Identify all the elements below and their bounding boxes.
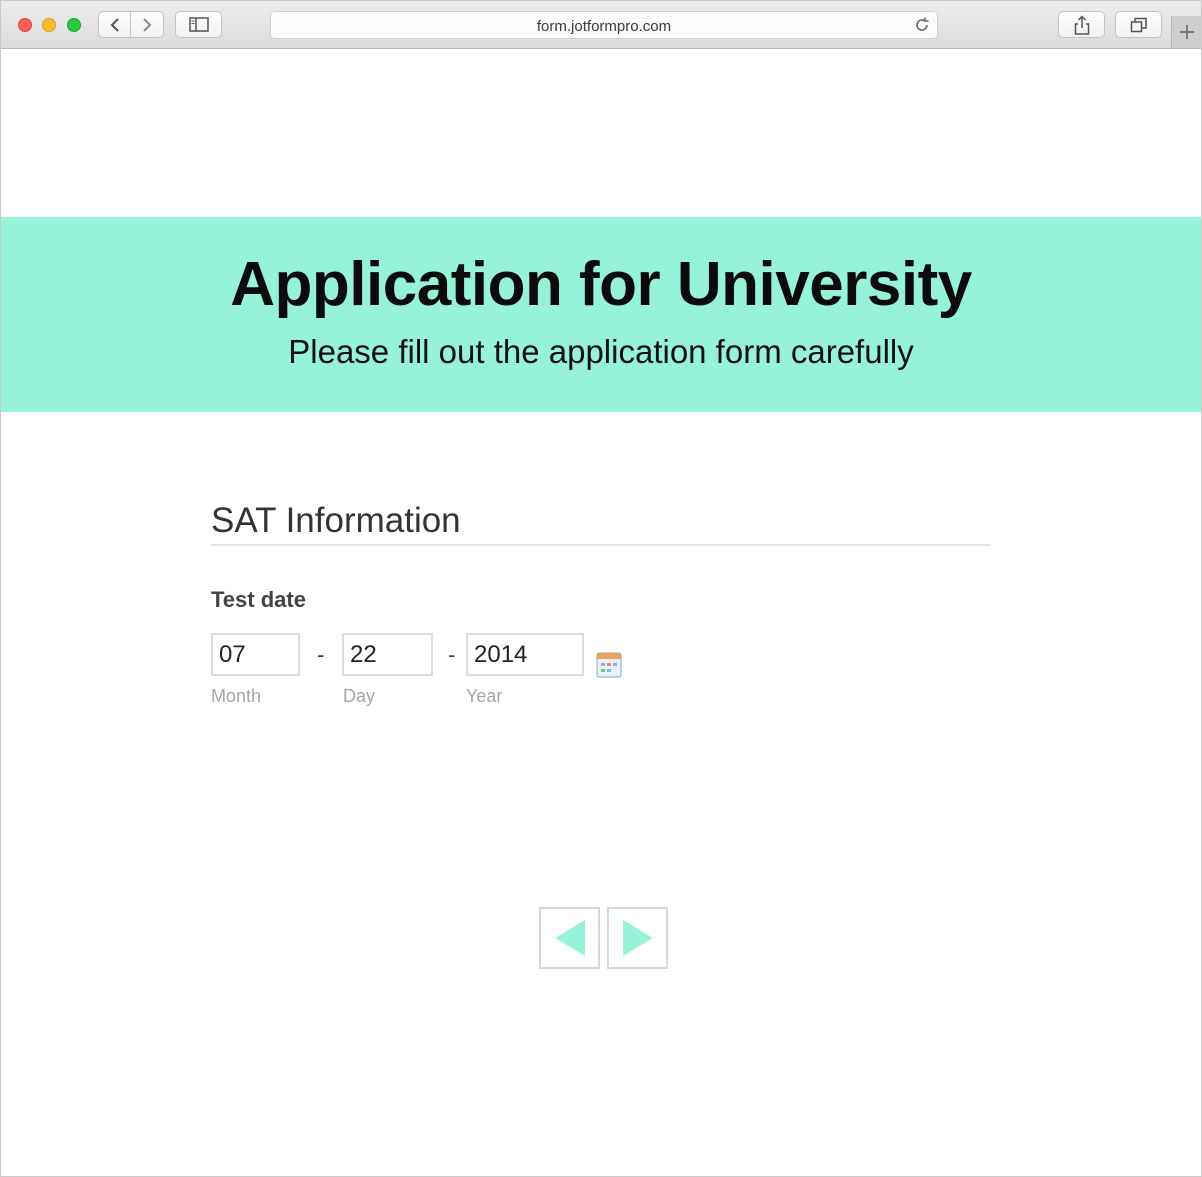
show-tabs-button[interactable] (1115, 11, 1162, 38)
form-title: Application for University (230, 250, 972, 319)
year-sublabel: Year (466, 686, 503, 706)
zoom-window-button[interactable] (67, 18, 81, 32)
sidebar-icon (188, 17, 209, 32)
plus-icon (1179, 25, 1194, 39)
chevron-right-icon (143, 17, 152, 32)
previous-page-button[interactable] (539, 907, 600, 969)
form-subtitle: Please fill out the application form car… (288, 333, 914, 370)
month-sublabel: Month (211, 686, 262, 706)
sidebar-button[interactable] (175, 11, 222, 38)
browser-window: form.jotformpro.com Application for Univ… (0, 0, 1202, 1177)
prev-arrow-icon (554, 920, 585, 956)
minimize-window-button[interactable] (42, 18, 56, 32)
calendar-icon[interactable] (596, 652, 622, 678)
test-date-label: Test date (211, 587, 306, 612)
day-input[interactable] (342, 633, 433, 676)
next-page-button[interactable] (607, 907, 668, 969)
share-button[interactable] (1058, 11, 1105, 38)
day-sublabel: Day (343, 686, 376, 706)
browser-toolbar: form.jotformpro.com (1, 1, 1201, 49)
back-button[interactable] (98, 11, 131, 38)
month-input[interactable] (211, 633, 300, 676)
address-bar[interactable]: form.jotformpro.com (270, 11, 938, 39)
section-heading: SAT Information (211, 501, 461, 540)
year-input[interactable] (466, 633, 584, 676)
date-separator: - (317, 642, 325, 667)
date-separator: - (448, 642, 456, 667)
new-tab-button[interactable] (1171, 16, 1201, 48)
next-arrow-icon (622, 920, 653, 956)
forward-button[interactable] (131, 11, 164, 38)
close-window-button[interactable] (18, 18, 32, 32)
section-divider (211, 544, 991, 546)
chevron-left-icon (110, 17, 119, 32)
address-url: form.jotformpro.com (536, 18, 672, 35)
share-icon (1074, 14, 1089, 35)
form-header: Application for University Please fill o… (1, 217, 1201, 412)
tabs-icon (1130, 17, 1147, 32)
reload-icon[interactable] (913, 16, 931, 34)
